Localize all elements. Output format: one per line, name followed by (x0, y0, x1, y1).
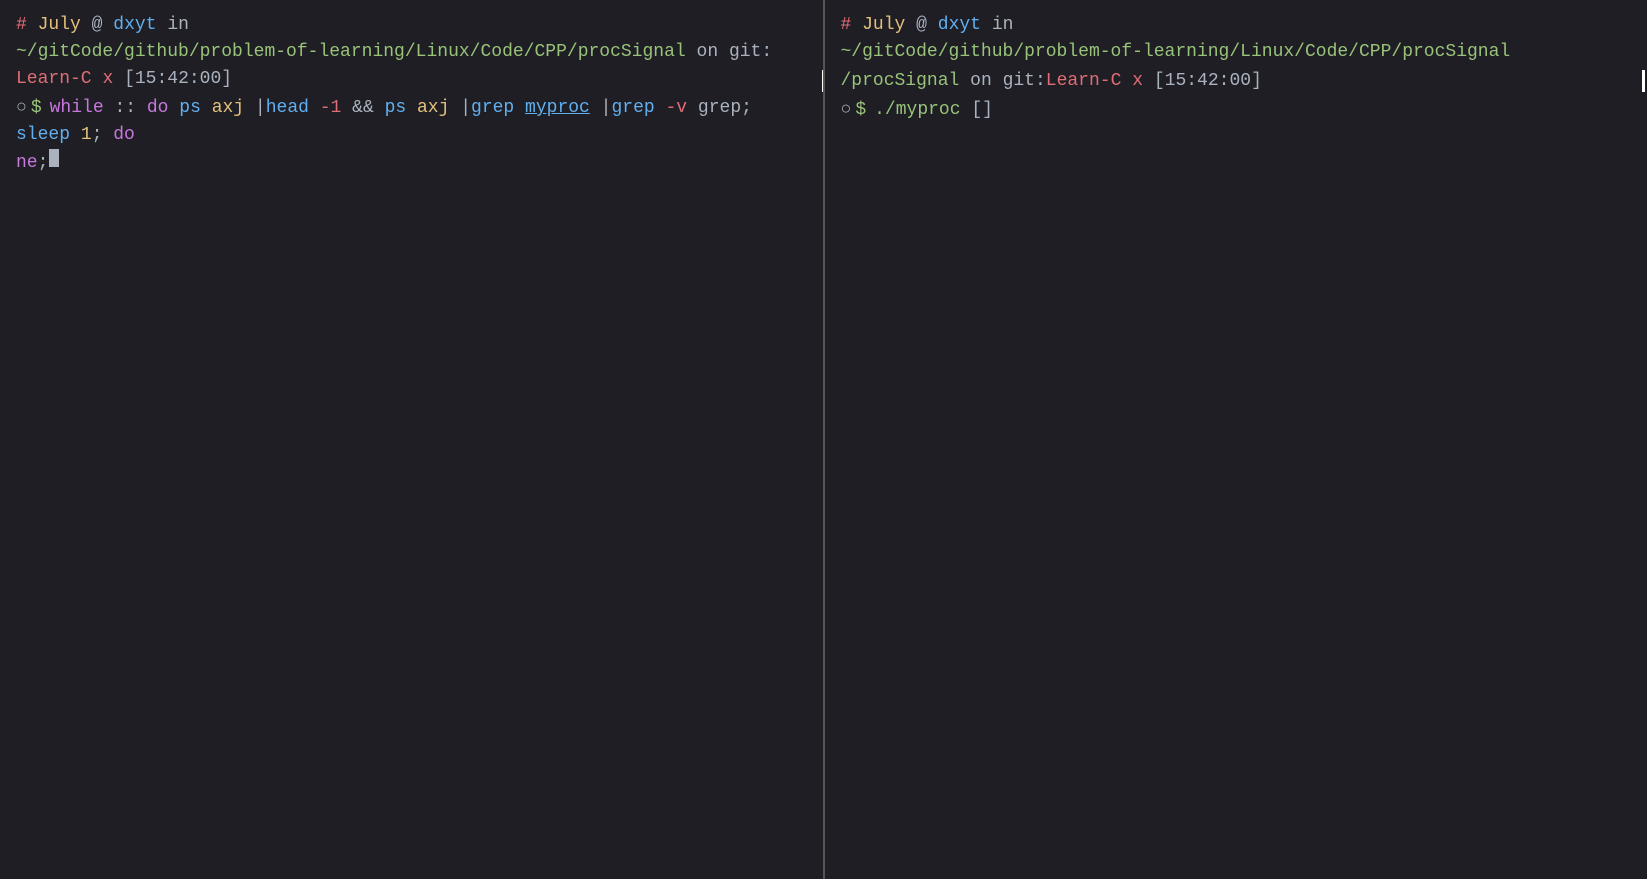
left-ps2: ps (385, 95, 407, 122)
left-cmd-line: ○ $ while :: do ps axj | head -1 && ps a… (16, 95, 807, 149)
right-dollar: $ (855, 97, 866, 124)
left-while: while (50, 95, 104, 122)
left-terminal-pane[interactable]: # July @ dxyt in ~/gitCode/github/proble… (0, 0, 825, 879)
left-done: do (113, 122, 135, 149)
right-on: on (970, 68, 992, 95)
left-pipe1: | (244, 95, 266, 122)
right-time-bracket-open: [ (1154, 71, 1165, 91)
right-prompt-line: # July @ dxyt in ~/gitCode/github/proble… (841, 12, 1632, 66)
right-prompt-line2: /procSignal on git:Learn-C x [15:42:00] (841, 68, 1632, 95)
left-cursor (49, 149, 59, 167)
left-grep2: grep (611, 95, 654, 122)
left-space3 (309, 95, 320, 122)
left-semi2: ; (38, 150, 49, 177)
left-month: July (38, 12, 81, 39)
left-dollar: $ (31, 95, 42, 122)
right-time-value: 15:42:00 (1165, 71, 1251, 91)
left-continuation: ne ; (16, 149, 807, 177)
left-hash: # (16, 12, 27, 39)
left-axj2: axj (417, 95, 449, 122)
left-grep-arg: grep; (687, 95, 763, 122)
left-ps1: ps (179, 95, 201, 122)
left-time-value: 15:42:00 (135, 69, 221, 89)
right-terminal-pane[interactable]: # July @ dxyt in ~/gitCode/github/proble… (825, 0, 1647, 879)
left-flag2: -v (666, 95, 688, 122)
left-axj1: axj (212, 95, 244, 122)
left-on: on (697, 39, 719, 66)
right-at: @ (916, 12, 927, 39)
right-circle: ○ (841, 97, 852, 124)
left-at: @ (92, 12, 103, 39)
left-prompt-line: # July @ dxyt in ~/gitCode/github/proble… (16, 12, 807, 93)
right-pane-cursor (1642, 70, 1645, 92)
right-cmd-line: ○ $ ./myproc [] (841, 97, 1632, 124)
left-space6 (655, 95, 666, 122)
right-dot-slash: ./myproc (874, 97, 960, 124)
right-branch: Learn-C (1046, 68, 1122, 95)
left-time-bracket-open: [ (124, 69, 135, 89)
left-username: dxyt (113, 12, 156, 39)
right-time-bracket-close: ] (1251, 71, 1262, 91)
left-space7 (70, 122, 81, 149)
left-x: x (102, 66, 113, 93)
left-head: head (266, 95, 309, 122)
left-space1 (168, 95, 179, 122)
left-pipe2: | (449, 95, 471, 122)
left-path: ~/gitCode/github/problem-of-learning/Lin… (16, 39, 686, 66)
left-semicolon: ; (92, 122, 114, 149)
left-sleep-arg: 1 (81, 122, 92, 149)
left-myproc: myproc (525, 95, 590, 122)
left-time-bracket-close: ] (221, 69, 232, 89)
right-x: x (1132, 68, 1143, 95)
right-space (961, 97, 972, 124)
left-git-label: git: (729, 39, 772, 66)
terminal-container: # July @ dxyt in ~/gitCode/github/proble… (0, 0, 1647, 879)
right-time: [15:42:00] (1154, 68, 1262, 95)
right-hash: # (841, 12, 852, 39)
left-done2: ne (16, 150, 38, 177)
left-grep1: grep (471, 95, 514, 122)
left-space4 (406, 95, 417, 122)
right-username: dxyt (938, 12, 981, 39)
left-flag1: -1 (320, 95, 342, 122)
right-bracket: [] (971, 97, 993, 124)
right-month: July (862, 12, 905, 39)
left-pipe3: | (590, 95, 612, 122)
left-sep1: :: (104, 95, 147, 122)
left-sleep: sleep (16, 122, 70, 149)
left-do: do (147, 95, 169, 122)
right-git-label: git: (1003, 68, 1046, 95)
left-time: [15:42:00] (124, 66, 232, 93)
right-path2: /procSignal (841, 68, 960, 95)
right-path: ~/gitCode/github/problem-of-learning/Lin… (841, 39, 1511, 66)
left-circle: ○ (16, 95, 27, 122)
left-space5 (514, 95, 525, 122)
left-and: && (341, 95, 384, 122)
left-branch: Learn-C (16, 66, 92, 93)
right-in: in (992, 12, 1014, 39)
left-space2 (201, 95, 212, 122)
left-in: in (167, 12, 189, 39)
